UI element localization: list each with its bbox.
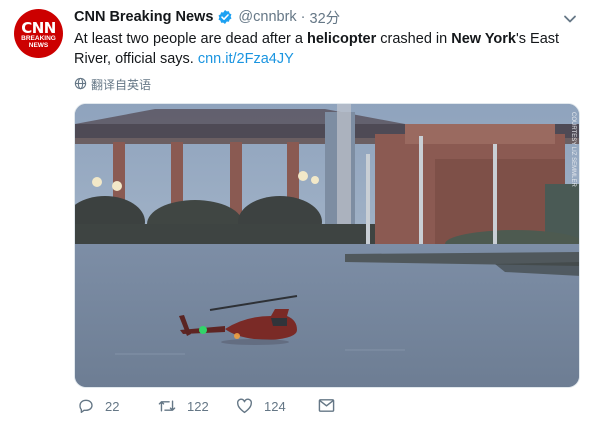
like-icon <box>236 398 253 414</box>
tweet-text-part: crashed in <box>376 31 452 47</box>
translate-label: 翻译自英语 <box>91 78 152 92</box>
cnn-logo: CNN <box>21 18 56 37</box>
globe-icon <box>74 77 87 93</box>
direct-message-button[interactable] <box>318 398 346 413</box>
tweet-link[interactable]: cnn.it/2Fza4JY <box>198 51 294 67</box>
breaking-news-logo-text: BREAKING NEWS <box>21 34 56 49</box>
verified-badge-icon <box>217 9 233 25</box>
account-handle[interactable]: @cnnbrk <box>238 9 296 25</box>
reply-button[interactable]: 22 <box>78 398 119 414</box>
avatar[interactable]: CNN BREAKING NEWS <box>14 9 63 58</box>
message-icon <box>318 399 335 412</box>
retweet-button[interactable]: 122 <box>158 398 209 414</box>
like-button[interactable]: 124 <box>236 398 286 414</box>
tweet-text-part: At least two people are dead after a <box>74 31 307 47</box>
retweet-count: 122 <box>187 398 209 414</box>
reply-icon <box>79 399 93 413</box>
tweet-text: At least two people are dead after a hel… <box>74 29 579 69</box>
video-watermark: COURTESY LIZ SEMMLER <box>570 112 576 187</box>
tweet-media-video[interactable]: COURTESY LIZ SEMMLER <box>74 103 580 388</box>
tweet-timestamp[interactable]: 32分 <box>310 7 341 28</box>
chevron-down-icon[interactable] <box>563 11 577 23</box>
separator-dot: · <box>300 9 306 25</box>
retweet-icon <box>158 400 176 412</box>
reply-count: 22 <box>105 398 120 414</box>
tweet-hashtag-new-york[interactable]: New York <box>451 31 516 47</box>
tweet-hashtag-helicopter[interactable]: helicopter <box>307 31 376 47</box>
account-name[interactable]: CNN Breaking News <box>74 9 213 25</box>
tweet-header: CNN Breaking News @cnnbrk · 32分 <box>74 7 341 28</box>
translate-tweet[interactable]: 翻译自英语 <box>74 76 151 93</box>
like-count: 124 <box>264 398 286 414</box>
tweet-actions: 22 122 124 <box>74 398 494 420</box>
